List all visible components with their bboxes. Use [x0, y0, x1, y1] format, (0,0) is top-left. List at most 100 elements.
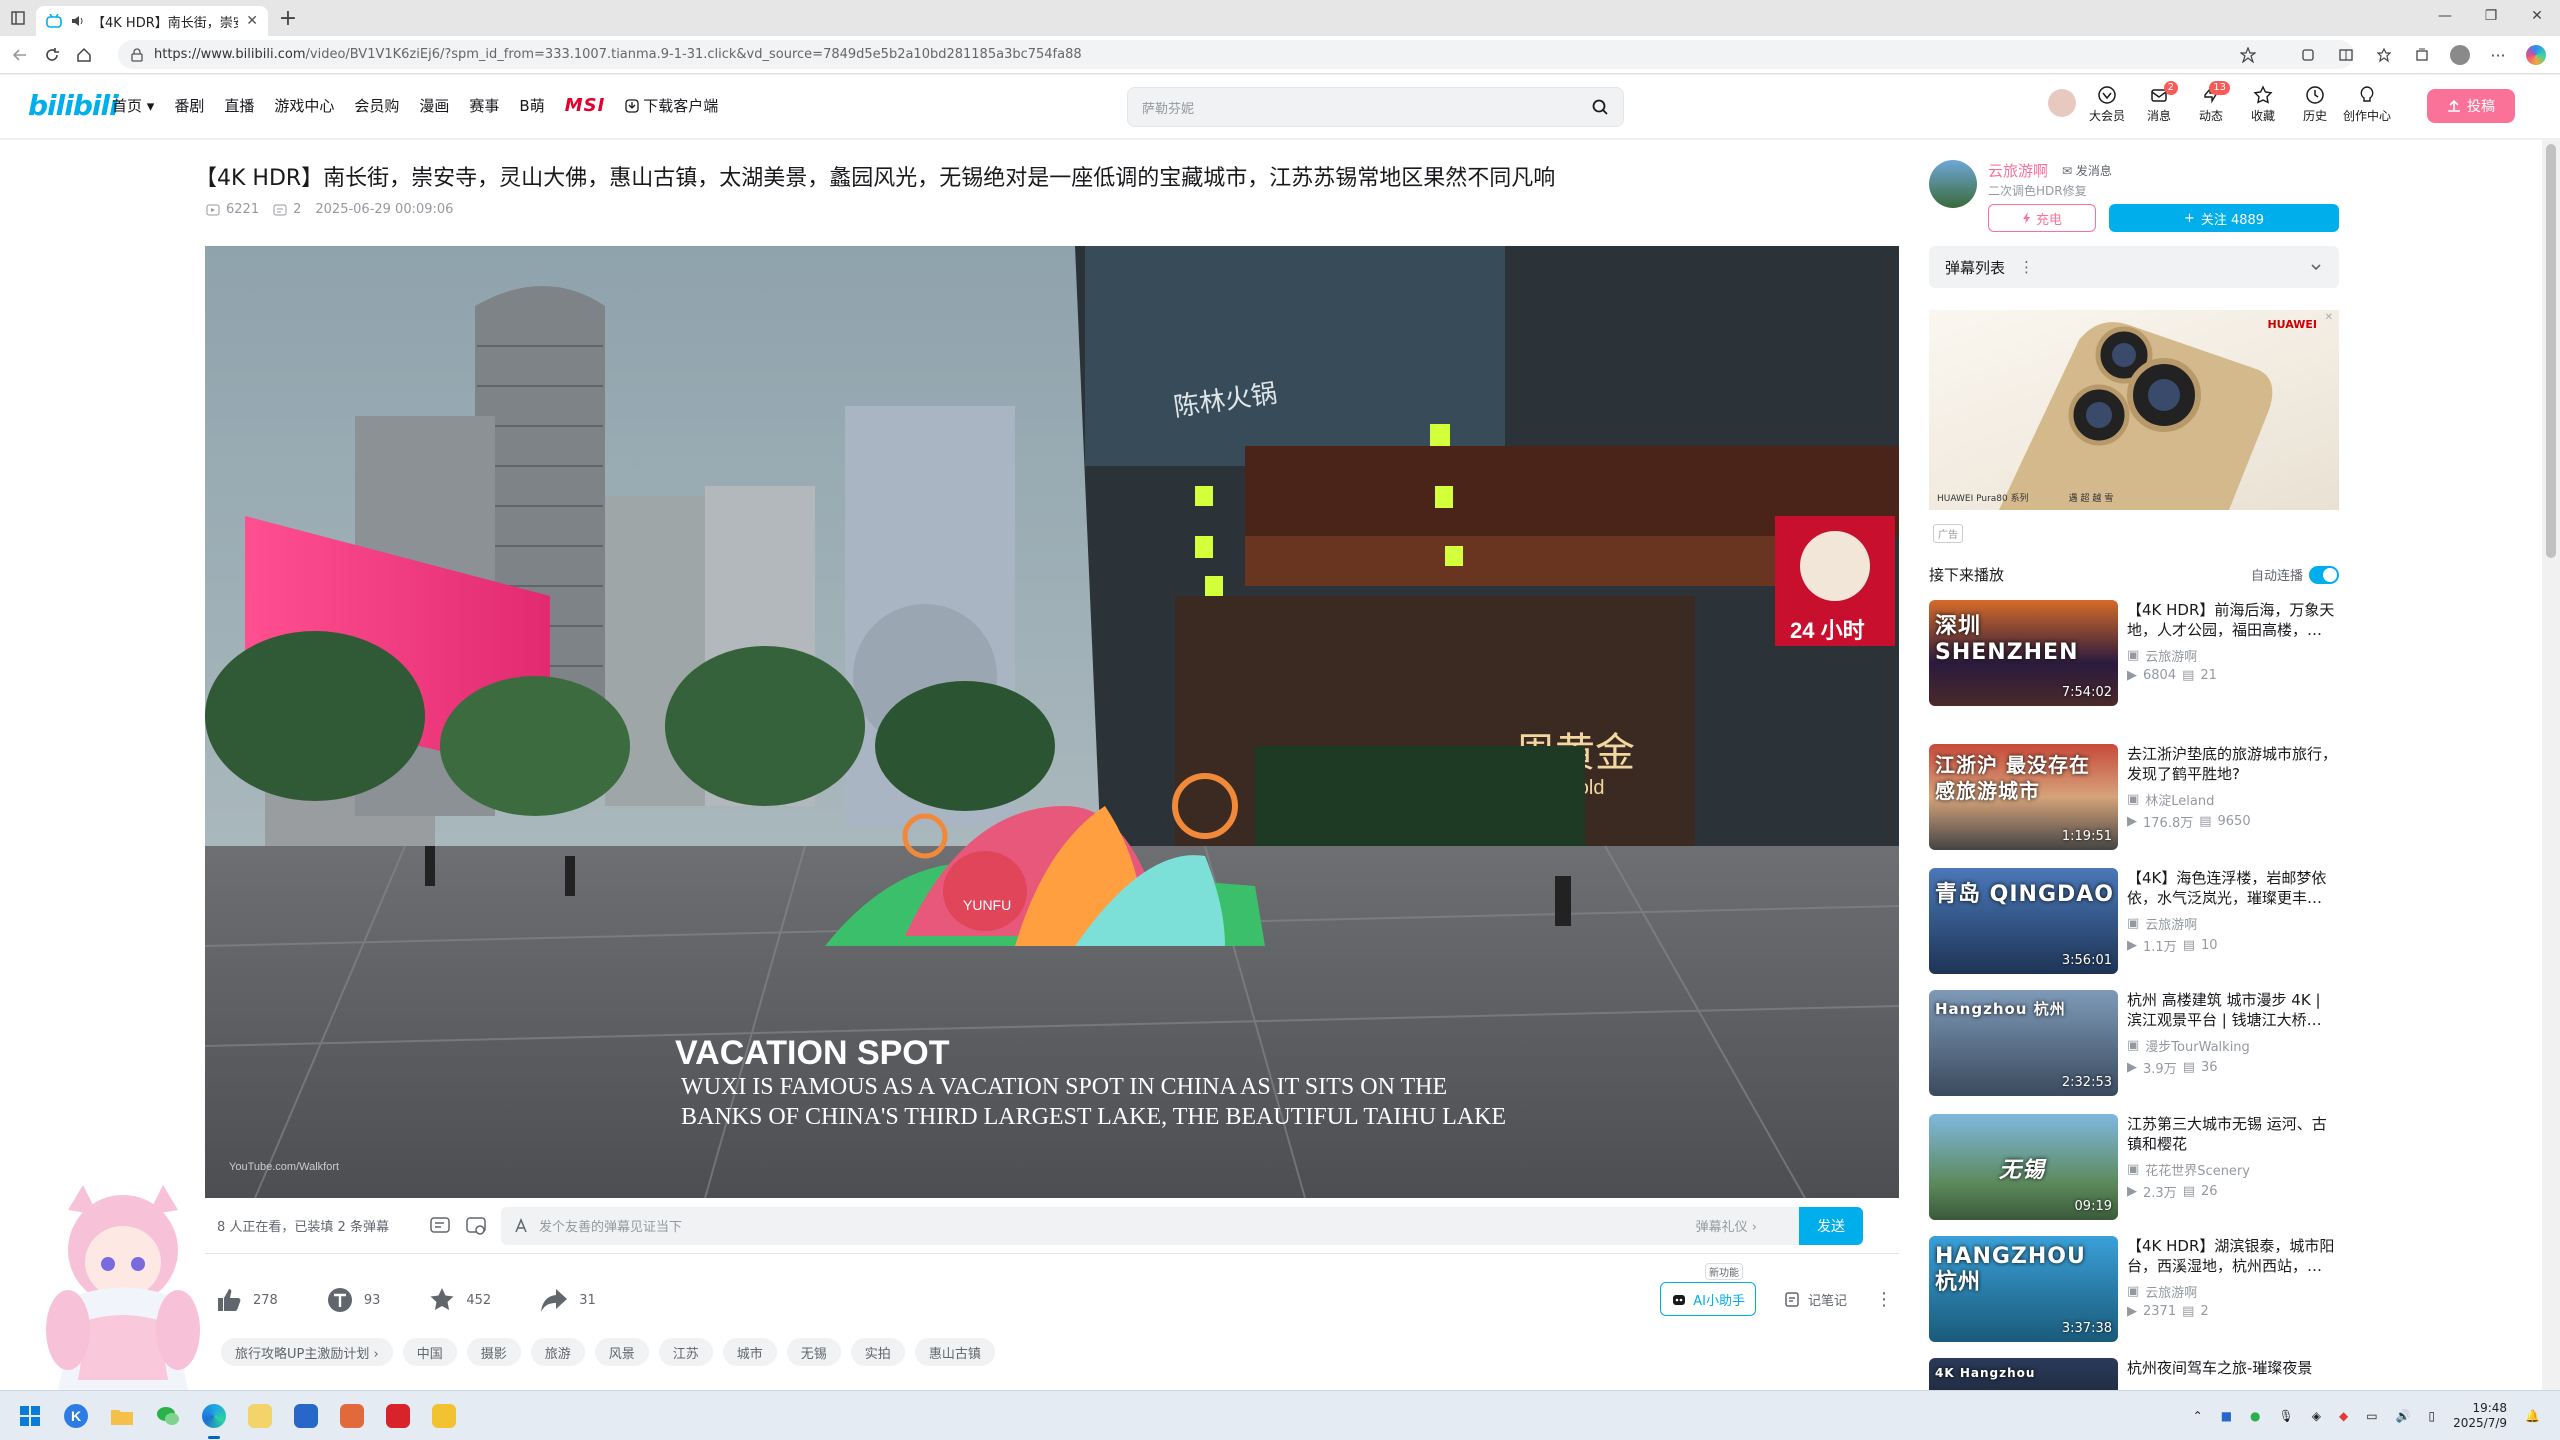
nav-download-client[interactable]: 下载客户端	[625, 95, 718, 116]
edge-browser-icon[interactable]	[198, 1400, 230, 1439]
dynamic-entry[interactable]: 动态 13	[2198, 81, 2230, 124]
maximize-button[interactable]: ❐	[2468, 0, 2514, 32]
recommend-card[interactable]: 无锡 09:19 江苏第三大城市无锡 运河、古镇和樱花 ▣ 花花世界Scenery…	[1929, 1114, 2339, 1224]
collections-icon[interactable]	[2406, 39, 2438, 71]
video-player[interactable]: 24 小时 陈林火锅 周黄金 ina Gold YUNFU	[205, 246, 1899, 1198]
nav-bmeng[interactable]: B萌	[519, 95, 544, 116]
favorite-button[interactable]: 452	[428, 1286, 491, 1314]
favorites-icon[interactable]	[2368, 39, 2400, 71]
notification-bell-icon[interactable]: 🔔	[2525, 1409, 2540, 1423]
extension-icon[interactable]	[2292, 39, 2324, 71]
nav-anime[interactable]: 番剧	[174, 95, 204, 116]
tag-item[interactable]: 江苏	[658, 1338, 713, 1366]
like-button[interactable]: 278	[215, 1286, 278, 1314]
tag-item[interactable]: 旅游	[530, 1338, 585, 1366]
battery-icon[interactable]: ▯	[2429, 1409, 2436, 1423]
taskbar-clock[interactable]: 19:48 2025/7/9	[2453, 1401, 2507, 1431]
split-screen-icon[interactable]	[2330, 39, 2362, 71]
start-menu-icon[interactable]	[14, 1400, 46, 1432]
page-scrollbar[interactable]	[2542, 140, 2560, 1390]
danmaku-settings-icon[interactable]	[465, 1215, 487, 1237]
danmaku-list-menu-icon[interactable]: ⋮	[2019, 258, 2034, 276]
blue-app-icon[interactable]	[290, 1400, 322, 1432]
advertisement-banner[interactable]: HUAWEI HUAWEI Pura80 系列 遇 超 越 雪 ✕	[1929, 310, 2339, 510]
danmaku-list-panel[interactable]: 弹幕列表 ⋮	[1929, 246, 2339, 288]
new-tab-button[interactable]: +	[272, 3, 304, 33]
red-app-icon[interactable]	[336, 1400, 368, 1432]
tag-item[interactable]: 中国	[402, 1338, 457, 1366]
more-actions-icon[interactable]: ⋮	[1875, 1289, 1893, 1310]
minimize-button[interactable]: —	[2422, 0, 2468, 32]
message-entry[interactable]: 消息 2	[2146, 81, 2178, 124]
tray-expand-icon[interactable]: ⌃	[2193, 1409, 2203, 1423]
more-menu-icon[interactable]: ···	[2482, 39, 2514, 71]
nav-mall[interactable]: 会员购	[354, 95, 399, 116]
vip-entry[interactable]: 大会员	[2089, 85, 2125, 124]
close-ad-icon[interactable]: ✕	[2325, 312, 2333, 323]
tag-item[interactable]: 城市	[722, 1338, 777, 1366]
close-tab-icon[interactable]: ✕	[246, 13, 258, 29]
tray-app-icon[interactable]: ■	[2221, 1409, 2232, 1423]
danmaku-etiquette-link[interactable]: 弹幕礼仪 ›	[1696, 1216, 1757, 1235]
tray-wechat-icon[interactable]: ●	[2250, 1409, 2260, 1423]
mascot-app-icon[interactable]	[244, 1400, 276, 1432]
creator-center-entry[interactable]: 创作中心	[2343, 85, 2391, 124]
history-entry[interactable]: 历史	[2302, 85, 2328, 124]
send-danmaku-button[interactable]: 发送	[1798, 1206, 1863, 1245]
send-message-link[interactable]: ✉ 发消息	[2062, 162, 2112, 179]
url-field[interactable]: https://www.bilibili.com/video/BV1V1K6zi…	[118, 40, 2354, 69]
scrollbar-thumb[interactable]	[2546, 144, 2556, 558]
favorites-entry[interactable]: 收藏	[2250, 85, 2276, 124]
wechat-icon[interactable]	[152, 1400, 184, 1432]
reload-button[interactable]	[36, 39, 68, 71]
danmaku-toggle-icon[interactable]	[429, 1215, 451, 1237]
tag-item[interactable]: 实拍	[850, 1338, 905, 1366]
danmaku-input[interactable]: 发个友善的弹幕见证当下 弹幕礼仪 › 发送	[500, 1206, 1863, 1245]
home-button[interactable]	[68, 39, 100, 71]
audio-playing-icon[interactable]	[70, 14, 84, 28]
tag-item[interactable]: 摄影	[466, 1338, 521, 1366]
user-avatar[interactable]	[2048, 89, 2076, 117]
profile-avatar-icon[interactable]	[2444, 39, 2476, 71]
recommend-card[interactable]: 深圳 SHENZHEN 7:54:02 【4K HDR】前海后海，万象天地，人才…	[1929, 600, 2339, 710]
recommend-card[interactable]: Hangzhou 杭州 2:32:53 杭州 高楼建筑 城市漫步 4K | 滨江…	[1929, 990, 2339, 1100]
recommend-card[interactable]: 4K Hangzhou 杭州夜间驾车之旅-璀璨夜景	[1929, 1358, 2339, 1390]
nav-game-center[interactable]: 游戏中心	[274, 95, 334, 116]
kuaiya-app-icon[interactable]: K	[60, 1400, 92, 1432]
uploader-avatar[interactable]	[1929, 160, 1977, 208]
nav-msi-logo[interactable]: MSI	[565, 95, 606, 116]
follow-button[interactable]: + 关注 4889	[2109, 204, 2339, 232]
autoplay-toggle[interactable]	[2309, 565, 2339, 584]
nav-esports[interactable]: 赛事	[469, 95, 499, 116]
coin-button[interactable]: 93	[326, 1286, 380, 1314]
volume-icon[interactable]: 🔊	[2396, 1409, 2411, 1423]
tag-item[interactable]: 风景	[594, 1338, 649, 1366]
tag-item[interactable]: 旅行攻略UP主激励计划 ›	[221, 1338, 393, 1366]
tray-red-icon[interactable]: ◆	[2339, 1409, 2348, 1423]
tag-item[interactable]: 无锡	[786, 1338, 841, 1366]
nav-home[interactable]: 首页 ▾	[112, 95, 154, 116]
take-note-button[interactable]: 记笔记	[1784, 1290, 1847, 1309]
nav-live[interactable]: 直播	[224, 95, 254, 116]
nav-manga[interactable]: 漫画	[419, 95, 449, 116]
site-info-icon[interactable]	[130, 47, 144, 62]
file-explorer-icon[interactable]	[106, 1400, 138, 1432]
upload-button[interactable]: 投稿	[2427, 89, 2515, 123]
share-button[interactable]: 31	[539, 1286, 596, 1314]
yellow-app-icon[interactable]	[428, 1400, 460, 1432]
refresh-ext-icon[interactable]	[2270, 39, 2286, 71]
text-style-icon[interactable]	[513, 1217, 529, 1234]
browser-tab[interactable]: 【4K HDR】南长街，崇安寺 ✕	[36, 6, 268, 36]
bilibili-logo[interactable]: bilibili	[28, 89, 119, 122]
recommend-card[interactable]: HANGZHOU 杭州 3:37:38 【4K HDR】湖滨银泰，城市阳台，西溪…	[1929, 1236, 2339, 1346]
charge-button[interactable]: 充电	[1988, 204, 2096, 232]
kanban-mascot-image[interactable]	[28, 1180, 218, 1390]
back-button[interactable]	[4, 39, 36, 71]
close-window-button[interactable]: ✕	[2514, 0, 2560, 32]
copilot-icon[interactable]	[2520, 39, 2552, 71]
tray-mic-icon[interactable]: 🎙	[2279, 1409, 2294, 1423]
tag-item[interactable]: 惠山古镇	[914, 1338, 995, 1366]
search-icon[interactable]	[1591, 98, 1609, 116]
bookmark-star-icon[interactable]	[2232, 39, 2264, 71]
uploader-name[interactable]: 云旅游啊	[1988, 160, 2048, 181]
